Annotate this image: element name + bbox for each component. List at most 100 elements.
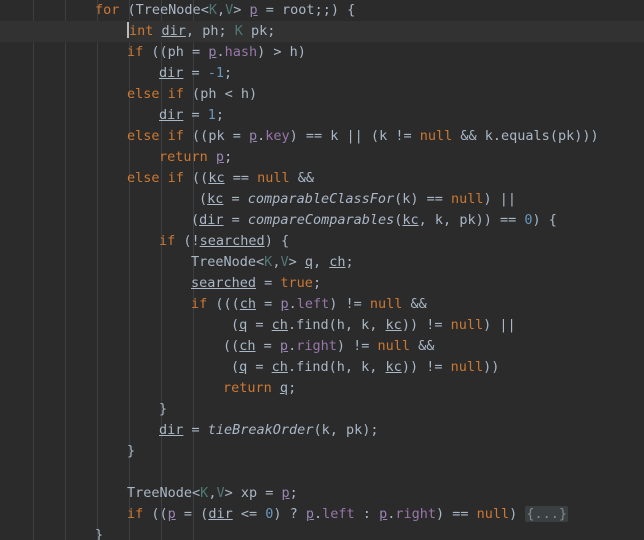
code-line-content: else if ((kc == null && [0, 170, 314, 186]
code-token: null [476, 506, 510, 522]
code-token: TreeNode [135, 2, 201, 18]
code-token: ; [224, 65, 233, 81]
code-token: ) { [264, 233, 290, 249]
code-surface[interactable]: for (TreeNode<K,V> p = root;;) {int dir,… [0, 0, 644, 540]
code-line-content: return p; [0, 149, 232, 165]
code-line[interactable]: (dir = compareComparables(kc, k, pk)) ==… [0, 210, 644, 231]
code-token: > [288, 254, 305, 270]
code-token: k [379, 128, 388, 144]
code-token: root [282, 2, 315, 18]
code-token: p [281, 485, 290, 501]
code-line[interactable]: else if ((pk = p.key) == k || (k != null… [0, 126, 644, 147]
code-token: hash [224, 44, 258, 60]
code-token: , [344, 317, 362, 333]
code-line[interactable]: dir = tieBreakOrder(k, pk); [0, 420, 644, 441]
code-line-content: dir = -1; [0, 65, 232, 81]
code-token: ) == [289, 128, 331, 144]
code-token: ) || [483, 191, 517, 207]
code-token: && [452, 128, 485, 144]
code-line[interactable]: else if ((kc == null && [0, 168, 644, 189]
code-token: h [336, 359, 345, 375]
code-line-content: if (!searched) { [0, 233, 289, 249]
code-token: && [402, 296, 427, 312]
code-line[interactable]: return p; [0, 147, 644, 168]
code-line-content: } [0, 527, 103, 540]
code-token: . [288, 296, 297, 312]
code-line[interactable]: for (TreeNode<K,V> p = root;;) { [0, 0, 644, 21]
code-token: dir [161, 23, 186, 39]
code-token: TreeNode [127, 485, 193, 501]
code-token: ) == [435, 506, 477, 522]
code-line[interactable]: ((ch = p.right) != null && [0, 336, 644, 357]
code-token: <= [232, 506, 266, 522]
code-token: ch [239, 296, 257, 312]
code-editor[interactable]: for (TreeNode<K,V> p = root;;) {int dir,… [0, 0, 644, 540]
code-line-content: TreeNode<K,V> q, ch; [0, 254, 354, 270]
code-line[interactable]: return q; [0, 378, 644, 399]
code-token: ) || [483, 317, 516, 333]
code-line[interactable]: (q = ch.find(h, k, kc)) != null)) [0, 357, 644, 378]
code-token: ; [312, 275, 322, 291]
code-token: compareComparables [247, 212, 395, 228]
code-line-content: dir = 1; [0, 107, 224, 123]
folded-region[interactable]: {...} [525, 506, 569, 522]
code-token: pk [251, 23, 268, 39]
code-line[interactable]: if ((ph = p.hash) > h) [0, 42, 644, 63]
code-token: , [418, 212, 435, 228]
code-token: kc [385, 359, 402, 375]
code-token: 1 [207, 107, 216, 123]
code-line-content: else if ((pk = p.key) == k || (k != null… [0, 128, 599, 144]
code-line[interactable]: if (((ch = p.left) != null && [0, 294, 644, 315]
code-line[interactable]: else if (ph < h) [0, 84, 644, 105]
code-token: ; [345, 254, 354, 270]
code-line[interactable]: } [0, 441, 644, 462]
code-token: . [216, 44, 225, 60]
code-token: , [369, 359, 386, 375]
code-token: tieBreakOrder [207, 422, 314, 438]
code-line[interactable]: if ((p = (dir <= 0) ? p.left : p.right) … [0, 504, 644, 525]
code-line[interactable]: TreeNode<K,V> q, ch; [0, 252, 644, 273]
code-token: ( [231, 317, 240, 333]
code-token: find [296, 359, 329, 375]
code-line[interactable]: dir = -1; [0, 63, 644, 84]
code-line[interactable]: int dir, ph; K pk; [0, 21, 644, 42]
code-token: dir [159, 107, 184, 123]
code-token: k [434, 212, 444, 228]
code-token: = ( [175, 506, 209, 522]
code-line[interactable]: (kc = comparableClassFor(k) == null) || [0, 189, 644, 210]
code-token: , [329, 422, 346, 438]
code-token: K [208, 2, 217, 18]
code-line-content: if (((ch = p.left) != null && [0, 296, 427, 312]
code-token: else [127, 170, 160, 186]
code-token: pk [208, 128, 225, 144]
code-token: (( [183, 170, 209, 186]
code-token: : [354, 506, 380, 522]
code-token: (! [175, 233, 200, 249]
code-token: h [336, 317, 345, 333]
code-line[interactable]: if (!searched) { [0, 231, 644, 252]
code-line[interactable]: dir = 1; [0, 105, 644, 126]
code-token: null [450, 359, 484, 375]
code-line[interactable]: TreeNode<K,V> xp = p; [0, 483, 644, 504]
code-token: ; [224, 149, 233, 165]
code-token: ) [248, 86, 258, 102]
code-line[interactable]: } [0, 525, 644, 540]
code-token: . [287, 317, 297, 333]
code-token: . [314, 506, 323, 522]
code-token: , [216, 2, 226, 18]
code-line[interactable] [0, 462, 644, 483]
code-token: dir [199, 212, 224, 228]
code-token: pk [557, 128, 575, 144]
code-token: , [313, 254, 330, 270]
code-token: ( [313, 422, 322, 438]
code-line[interactable]: (q = ch.find(h, k, kc)) != null) || [0, 315, 644, 336]
code-token: h [240, 86, 249, 102]
code-token: ))) [574, 128, 599, 144]
code-token: ) ? [273, 506, 306, 522]
code-line[interactable]: searched = true; [0, 273, 644, 294]
code-line[interactable]: } [0, 399, 644, 420]
